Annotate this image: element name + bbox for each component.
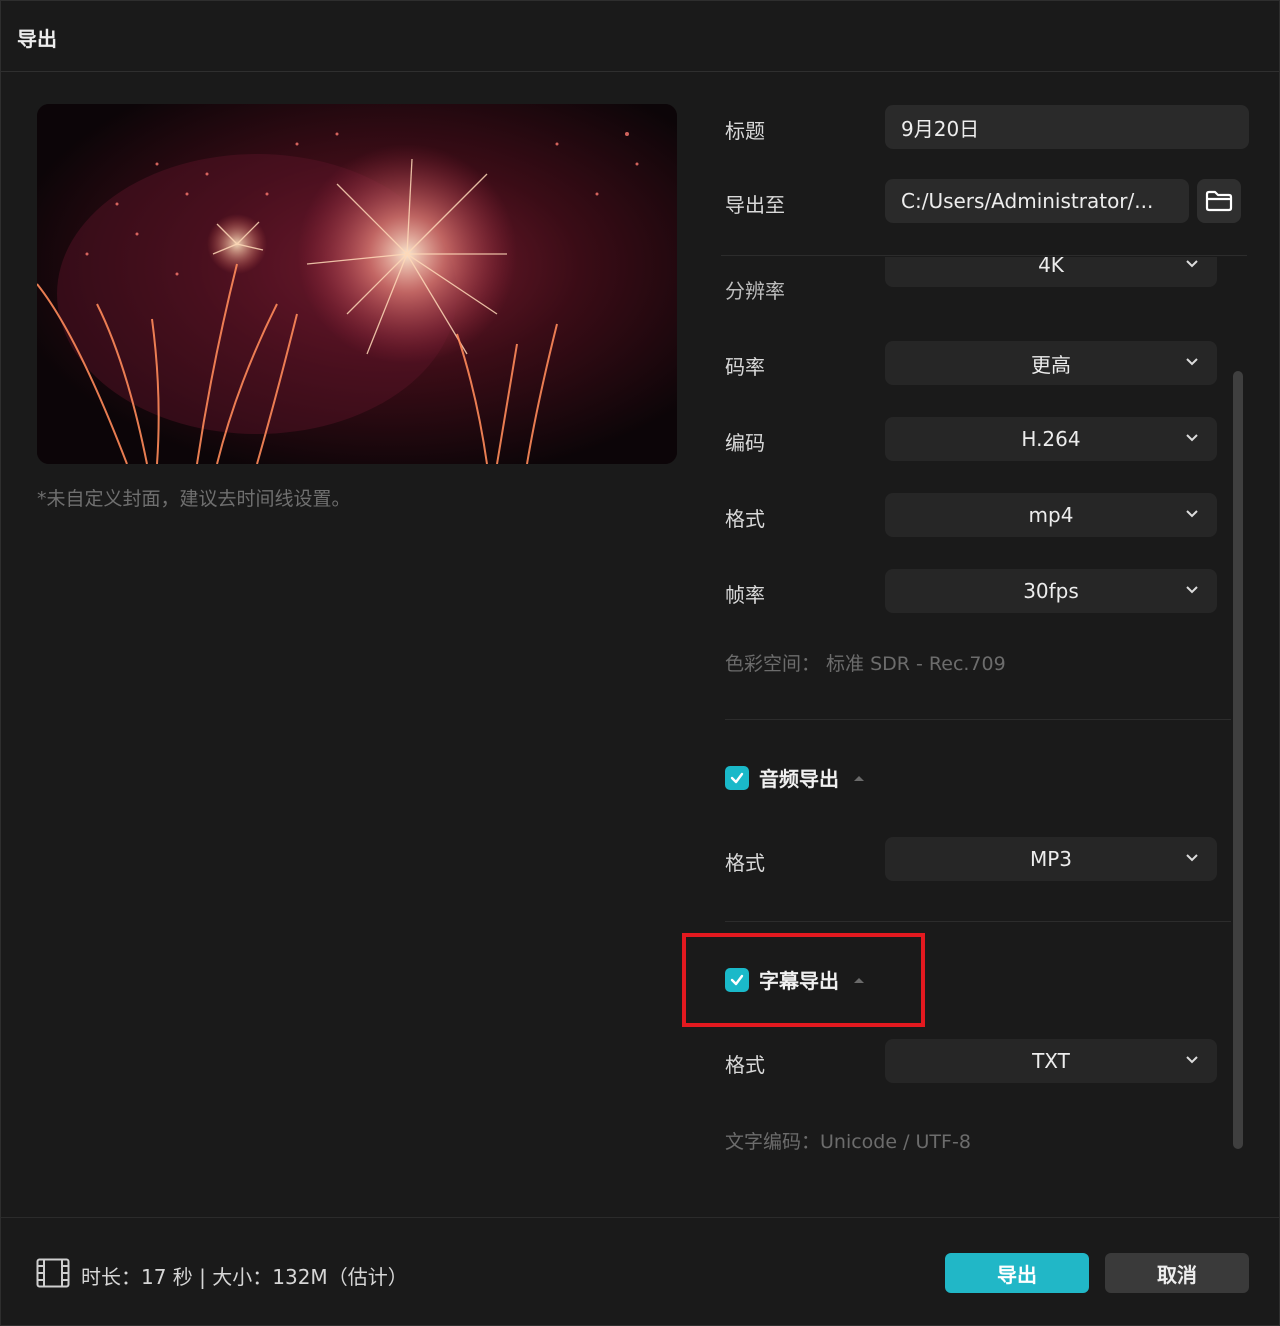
cover-hint-text: *未自定义封面，建议去时间线设置。 (37, 488, 351, 510)
subtitle-format-select[interactable]: TXT (885, 1039, 1217, 1083)
audio-divider (725, 921, 1231, 922)
chevron-down-icon (1186, 854, 1198, 862)
codec-label: 编码 (725, 431, 765, 455)
codec-value: H.264 (1021, 427, 1081, 451)
chevron-down-icon (1186, 358, 1198, 366)
audio-export-label: 音频导出 (759, 767, 839, 791)
text-encoding-info: 文字编码：Unicode / UTF-8 (725, 1131, 971, 1153)
resolution-label: 分辨率 (725, 279, 785, 303)
resolution-select[interactable]: 4K (885, 257, 1217, 287)
title-bar: 导出 (1, 1, 1279, 72)
audio-format-select[interactable]: MP3 (885, 837, 1217, 881)
color-space-info: 色彩空间： 标准 SDR - Rec.709 (725, 653, 1006, 675)
highlight-annotation-box (682, 933, 925, 1027)
export-dialog: 导出 *未自定义封面，建议去时间线设置。 标题 9月20日 导出至 C:/Use… (0, 0, 1280, 1326)
dialog-title: 导出 (17, 27, 57, 51)
browse-folder-button[interactable] (1197, 179, 1241, 223)
chevron-down-icon (1186, 586, 1198, 594)
export-path-input[interactable]: C:/Users/Administrator/... (885, 179, 1189, 223)
collapse-caret-icon[interactable] (853, 774, 865, 782)
fireworks-thumbnail (37, 104, 677, 464)
folder-icon (1205, 190, 1233, 212)
duration-size-info: 时长：17 秒 | 大小：132M（估计） (81, 1265, 408, 1289)
settings-scrollbar[interactable] (1233, 371, 1243, 1149)
framerate-value: 30fps (1023, 579, 1079, 603)
title-input[interactable]: 9月20日 (885, 105, 1249, 149)
film-icon (36, 1258, 70, 1288)
cancel-button[interactable]: 取消 (1105, 1253, 1249, 1293)
resolution-value: 4K (1038, 257, 1064, 277)
audio-format-label: 格式 (725, 851, 765, 875)
chevron-down-icon (1186, 260, 1198, 268)
audio-format-value: MP3 (1029, 847, 1073, 871)
subtitle-format-value: TXT (1032, 1049, 1070, 1073)
check-icon (730, 772, 744, 783)
audio-export-header[interactable]: 音频导出 (725, 763, 865, 792)
framerate-select[interactable]: 30fps (885, 569, 1217, 613)
export-button[interactable]: 导出 (945, 1253, 1089, 1293)
framerate-label: 帧率 (725, 583, 765, 607)
export-path-label: 导出至 (725, 193, 785, 217)
chevron-down-icon (1186, 510, 1198, 518)
title-label: 标题 (725, 119, 765, 143)
video-format-label: 格式 (725, 507, 765, 531)
codec-select[interactable]: H.264 (885, 417, 1217, 461)
path-divider (721, 255, 1247, 256)
audio-export-checkbox[interactable] (725, 765, 749, 790)
video-format-select[interactable]: mp4 (885, 493, 1217, 537)
bitrate-select[interactable]: 更高 (885, 341, 1217, 385)
subtitle-format-label: 格式 (725, 1053, 765, 1077)
video-format-value: mp4 (1028, 503, 1074, 527)
cover-preview[interactable] (37, 104, 677, 464)
bitrate-label: 码率 (725, 355, 765, 379)
bitrate-value: 更高 (1031, 352, 1071, 377)
video-divider (725, 719, 1231, 720)
resolution-row: 分辨率 4K (721, 257, 1231, 309)
chevron-down-icon (1186, 434, 1198, 442)
chevron-down-icon (1186, 1056, 1198, 1064)
